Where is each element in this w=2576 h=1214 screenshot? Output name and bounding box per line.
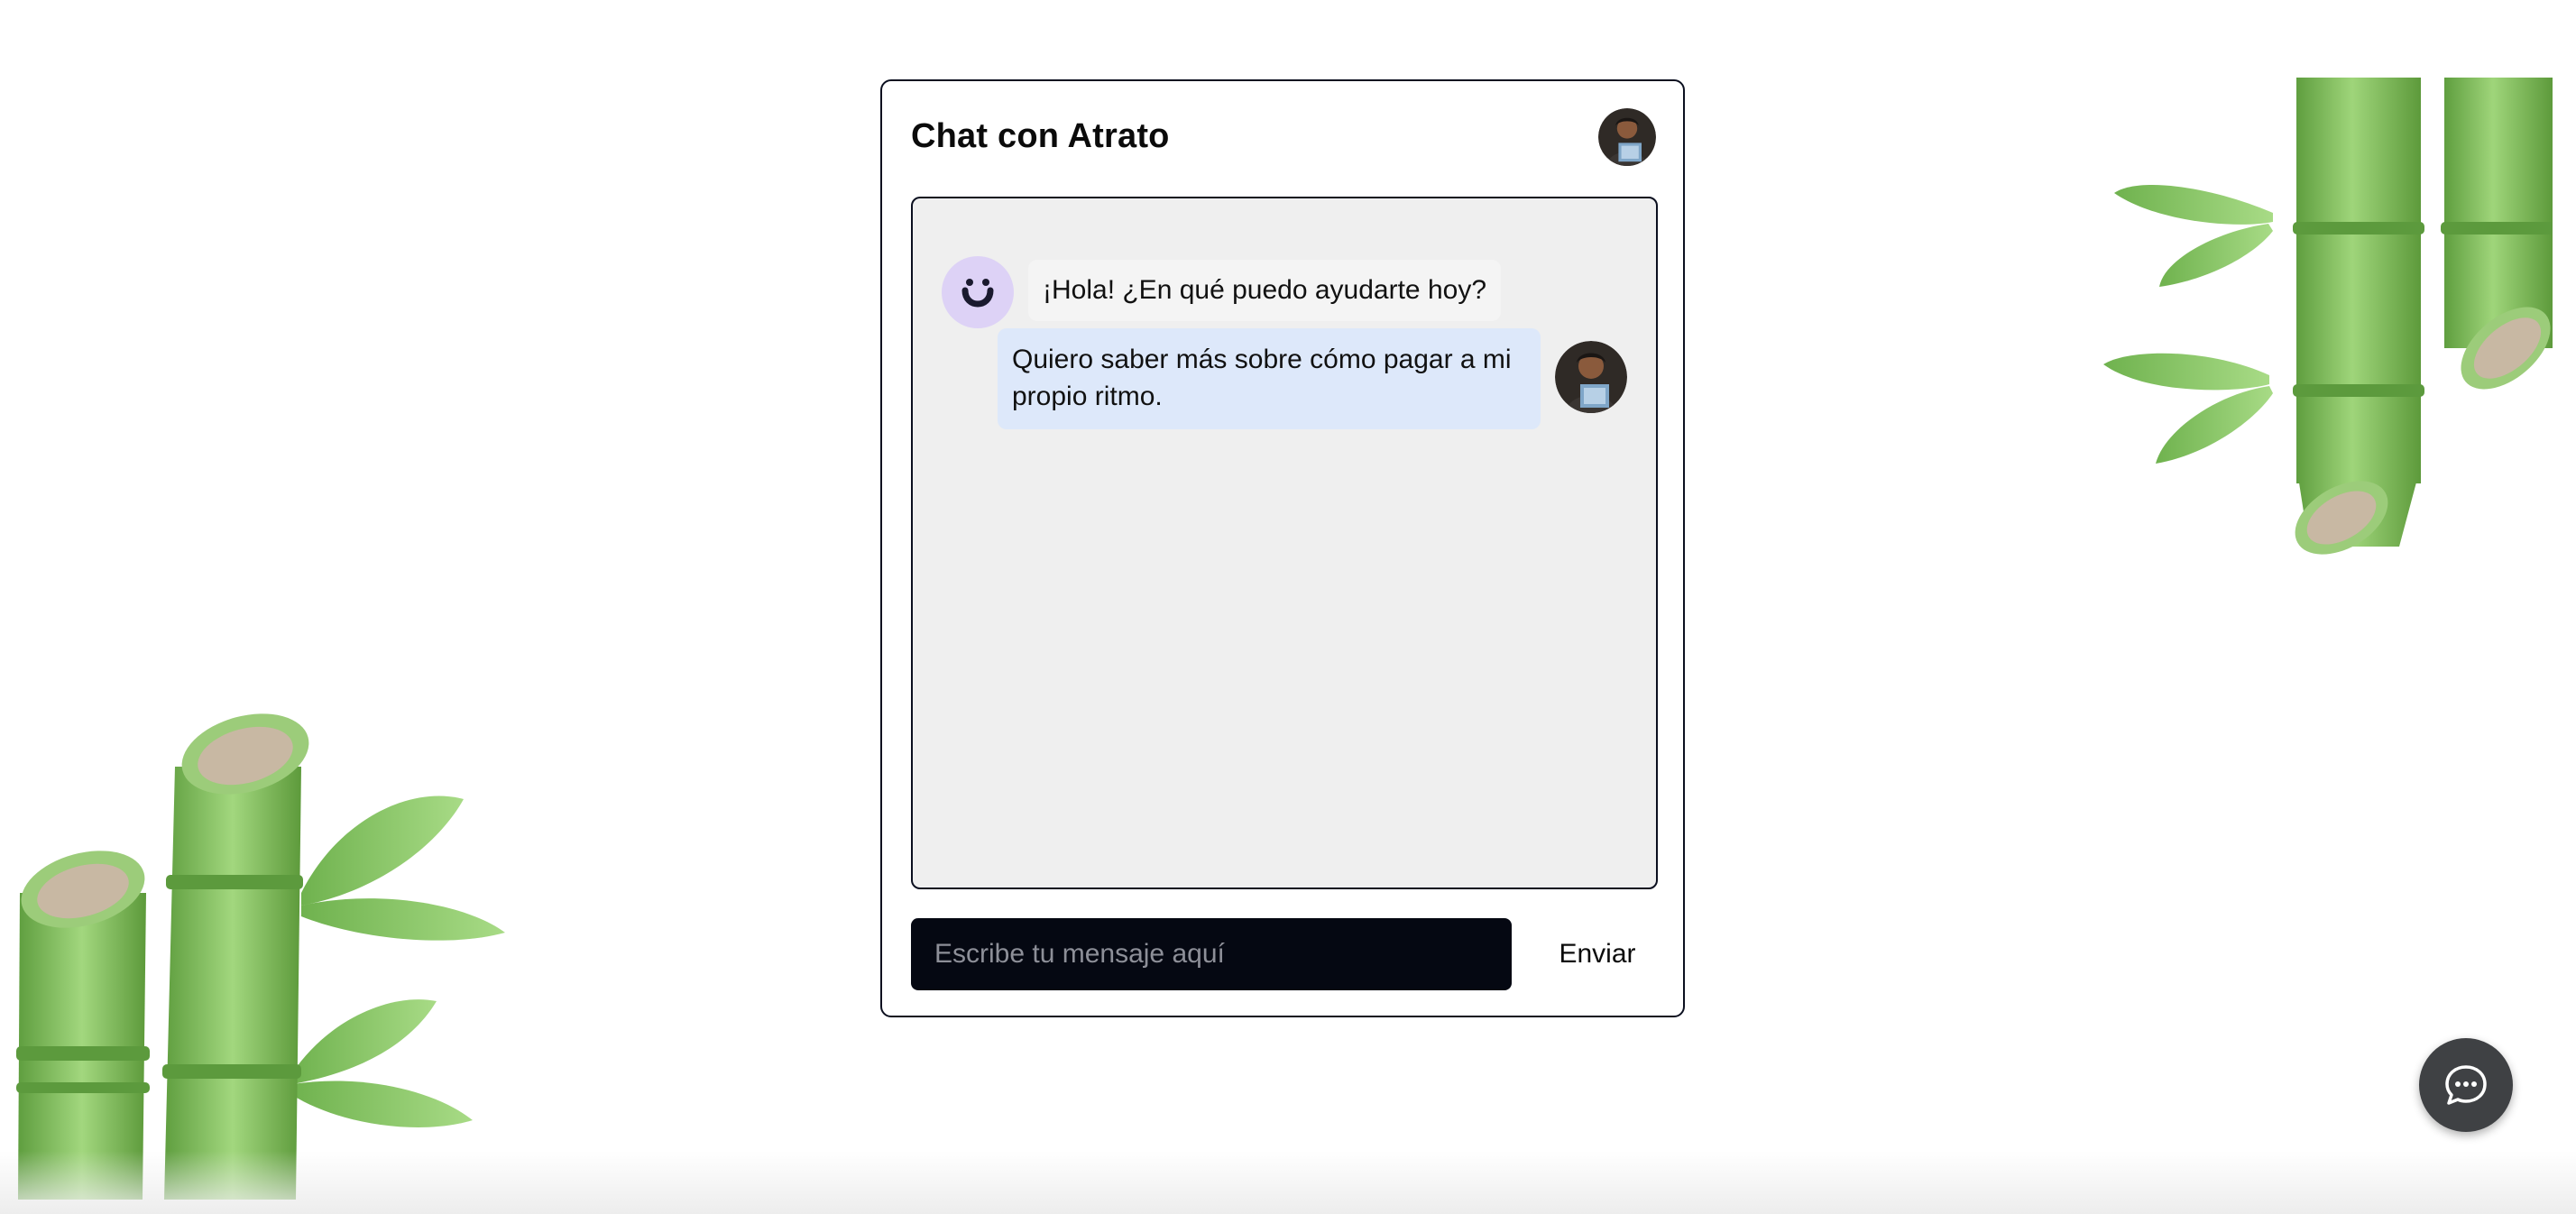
smile-face-icon xyxy=(961,279,994,308)
bamboo-decoration-bottom-left xyxy=(16,713,505,1200)
bot-avatar xyxy=(942,256,1014,328)
send-button[interactable]: Enviar xyxy=(1533,918,1661,990)
user-photo-avatar-icon xyxy=(1555,341,1627,413)
user-message-avatar xyxy=(1555,341,1627,413)
message-list[interactable]: ¡Hola! ¿En qué puedo ayudarte hoy? Quier… xyxy=(911,197,1658,889)
message-input[interactable] xyxy=(911,918,1512,990)
chat-bubble-icon xyxy=(2445,1065,2487,1105)
chat-launcher-button[interactable] xyxy=(2419,1038,2513,1132)
bottom-fade xyxy=(0,1151,2576,1214)
bot-message-bubble: ¡Hola! ¿En qué puedo ayudarte hoy? xyxy=(1028,260,1501,321)
chat-title: Chat con Atrato xyxy=(911,117,1170,155)
chat-card: Chat con Atrato ¡Hola! ¿En qué puedo ayu… xyxy=(880,79,1685,1017)
bamboo-decoration-top-right xyxy=(2103,78,2553,555)
header-user-avatar xyxy=(1598,108,1656,166)
user-photo-avatar-icon xyxy=(1598,108,1656,166)
user-message-bubble: Quiero saber más sobre cómo pagar a mi p… xyxy=(998,328,1541,429)
